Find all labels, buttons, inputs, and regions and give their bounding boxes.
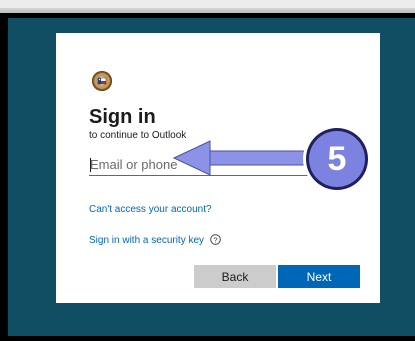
step-number: 5 xyxy=(327,140,347,178)
next-button[interactable]: Next xyxy=(278,265,360,288)
page-subtitle: to continue to Outlook xyxy=(89,130,187,141)
cant-access-account-link[interactable]: Can't access your account? xyxy=(89,204,212,215)
help-icon[interactable]: ? xyxy=(210,234,221,245)
svg-text:?: ? xyxy=(213,235,217,244)
page-title: Sign in xyxy=(89,106,156,128)
logo-seal-icon xyxy=(92,71,112,91)
security-key-link-label[interactable]: Sign in with a security key xyxy=(89,235,204,246)
back-button[interactable]: Back xyxy=(194,265,276,288)
security-key-link[interactable]: Sign in with a security key ? xyxy=(89,232,221,246)
top-shadow-strip xyxy=(0,0,415,13)
text-caret xyxy=(90,158,91,172)
